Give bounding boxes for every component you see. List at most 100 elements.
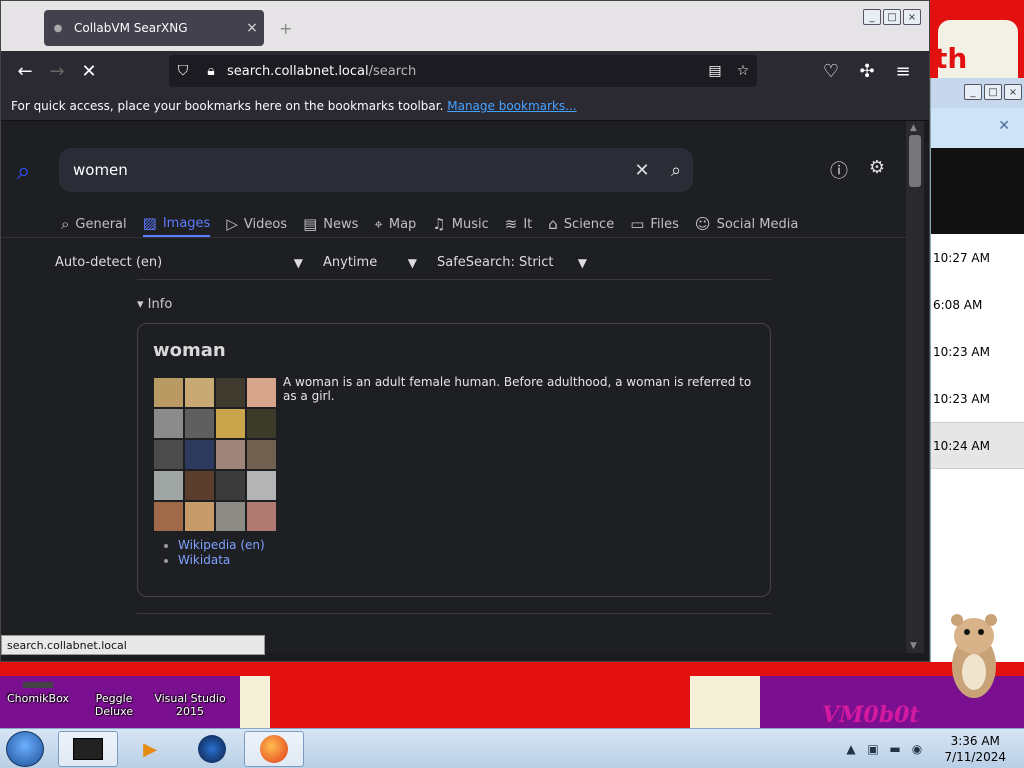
forward-arrow-icon[interactable]: → — [41, 55, 73, 87]
wikipedia-link[interactable]: Wikipedia (en) — [178, 538, 265, 553]
tab-it[interactable]: ≋ It — [505, 211, 533, 237]
scroll-up-icon[interactable]: ▲ — [910, 123, 917, 133]
browser-tab[interactable]: ● CollabVM SearXNG × — [44, 10, 264, 46]
background-window[interactable]: _ □ × ✕ 10:27 AM 6:08 AM 10:23 AM 10:23 … — [930, 78, 1024, 662]
tab-general[interactable]: ⌕ General — [61, 211, 127, 237]
new-tab-button[interactable]: + — [279, 19, 292, 38]
maximize-button[interactable]: □ — [883, 9, 901, 25]
tab-map[interactable]: ⌖ Map — [374, 211, 416, 237]
desktop-icon-chomikbox[interactable]: ChomikBox — [0, 682, 76, 718]
taskbar-app-firefox[interactable] — [244, 731, 304, 767]
category-tabs: ⌕ General ▨ Images ▷ Videos ▤ News ⌖ Map ♫ Mus… — [61, 211, 814, 237]
url-text[interactable]: search.collabnet.local/search — [225, 64, 701, 79]
search-box[interactable]: ✕ ⌕ — [59, 148, 693, 192]
reader-view-icon[interactable]: ▤ — [701, 63, 729, 79]
taskbar-app-media-player[interactable]: ▶ — [120, 731, 180, 767]
safesearch-select[interactable]: SafeSearch: Strict ▼ — [437, 255, 587, 270]
infobox: woman A woman is an adult female human. … — [137, 323, 771, 597]
display-icon[interactable]: ▬ — [884, 742, 906, 756]
menu-icon[interactable]: ≡ — [887, 55, 919, 87]
clock-time: 3:36 AM — [950, 734, 1000, 748]
tab-social-media[interactable]: ☺ Social Media — [695, 211, 798, 237]
background-window-titlebar[interactable]: _ □ × — [931, 78, 1024, 108]
stop-loading-icon[interactable]: ✕ — [73, 55, 105, 87]
language-select[interactable]: Auto-detect (en) ▼ — [55, 255, 303, 270]
pocket-icon[interactable]: ♡ — [815, 55, 847, 87]
thumbnail-strip — [931, 148, 1024, 234]
wikidata-link[interactable]: Wikidata — [178, 553, 265, 568]
graduation-cap-icon: ⌂ — [548, 215, 558, 233]
list-item[interactable]: 10:27 AM — [931, 234, 1024, 281]
close-icon[interactable]: ✕ — [998, 118, 1010, 134]
clear-icon[interactable]: ✕ — [625, 160, 659, 181]
minimize-button[interactable]: _ — [863, 9, 881, 25]
tray-expand-icon[interactable]: ▲ — [840, 742, 862, 756]
taskbar: ▶ ▲ ▣ ▬ ◉ 3:36 AM 7/11/2024 — [0, 728, 1024, 768]
chevron-down-icon: ▼ — [577, 255, 587, 270]
tab-close-icon[interactable]: × — [240, 20, 264, 36]
address-bar[interactable]: ⛉ 🔒︎ search.collabnet.local/search ▤ ☆ — [169, 55, 757, 87]
newspaper-icon: ▤ — [303, 215, 318, 233]
bookmark-star-icon[interactable]: ☆ — [729, 63, 757, 79]
manage-bookmarks-link[interactable]: Manage bookmarks... — [447, 99, 576, 113]
searxng-logo-icon[interactable]: ⌕ — [17, 157, 30, 185]
archive-icon: ▭ — [630, 215, 645, 233]
tab-images[interactable]: ▨ Images — [142, 211, 211, 237]
bookmarks-toolbar: For quick access, place your bookmarks h… — [1, 91, 929, 121]
tab-videos[interactable]: ▷ Videos — [226, 211, 287, 237]
gear-icon[interactable]: ⚙ — [865, 157, 889, 181]
desktop-icons: ChomikBox Peggle Deluxe Visual Studio 20… — [0, 682, 228, 718]
wallpaper-text: th — [934, 42, 968, 75]
tab-news[interactable]: ▤ News — [303, 211, 358, 237]
time-range-select[interactable]: Anytime ▼ — [323, 255, 417, 270]
bookmarks-hint: For quick access, place your bookmarks h… — [11, 99, 444, 113]
music-note-icon: ♫ — [432, 215, 446, 233]
search-icon[interactable]: ⌕ — [659, 160, 693, 181]
search-filters: Auto-detect (en) ▼ Anytime ▼ SafeSearch: S… — [55, 255, 607, 270]
search-input[interactable] — [59, 161, 625, 179]
status-bar-url: search.collabnet.local — [1, 635, 265, 655]
infobox-image[interactable] — [153, 377, 277, 532]
maximize-button[interactable]: □ — [984, 84, 1002, 100]
chevron-down-icon: ▼ — [407, 255, 417, 270]
close-button[interactable]: × — [903, 9, 921, 25]
list-item[interactable]: 10:23 AM — [931, 375, 1024, 422]
infobox-description: A woman is an adult female human. Before… — [283, 375, 752, 403]
list-item[interactable]: 10:24 AM — [931, 422, 1024, 469]
info-icon[interactable]: ⓘ — [827, 157, 851, 182]
list-item[interactable]: 10:23 AM — [931, 328, 1024, 375]
tab-title: CollabVM SearXNG — [74, 21, 188, 35]
close-button[interactable]: × — [1004, 84, 1022, 100]
wallpaper-tag: VM0b0t — [822, 702, 920, 728]
hamster-mascot-icon — [951, 614, 997, 698]
lock-icon[interactable]: 🔒︎ — [197, 63, 225, 79]
extensions-icon[interactable]: ✣ — [851, 55, 883, 87]
minimize-button[interactable]: _ — [964, 84, 982, 100]
desktop-icon-visual-studio[interactable]: Visual Studio 2015 — [152, 682, 228, 718]
start-button[interactable] — [6, 731, 44, 767]
scrollbar-thumb[interactable] — [909, 135, 921, 187]
tab-music[interactable]: ♫ Music — [432, 211, 488, 237]
network-icon[interactable]: ▣ — [862, 742, 884, 756]
taskbar-app-globe[interactable] — [182, 731, 242, 767]
play-icon: ▷ — [226, 215, 238, 233]
nav-toolbar: ← → ✕ ⛉ 🔒︎ search.collabnet.local/search… — [1, 51, 929, 91]
infobox-title: woman — [153, 340, 226, 361]
shield-icon[interactable]: ⛉ — [169, 63, 197, 79]
taskbar-app-virtualbox[interactable] — [58, 731, 118, 767]
back-arrow-icon[interactable]: ← — [9, 55, 41, 87]
tab-science[interactable]: ⌂ Science — [548, 211, 614, 237]
people-icon: ☺ — [694, 215, 711, 233]
tab-favicon-icon: ● — [53, 22, 63, 34]
tab-files[interactable]: ▭ Files — [630, 211, 679, 237]
layers-icon: ≋ — [504, 215, 518, 233]
system-clock[interactable]: 3:36 AM 7/11/2024 — [944, 733, 1006, 765]
browser-window[interactable]: ● CollabVM SearXNG × + _ □ × ← → ✕ ⛉ 🔒︎ … — [0, 0, 930, 662]
desktop-icon-peggle[interactable]: Peggle Deluxe — [76, 682, 152, 718]
info-toggle[interactable]: ▾ Info — [137, 297, 172, 312]
page-scrollbar[interactable]: ▲ ▼ — [906, 121, 924, 653]
volume-icon[interactable]: ◉ — [906, 742, 928, 756]
scroll-down-icon[interactable]: ▼ — [910, 641, 917, 651]
list-item[interactable]: 6:08 AM — [931, 281, 1024, 328]
chevron-down-icon: ▼ — [293, 255, 303, 270]
